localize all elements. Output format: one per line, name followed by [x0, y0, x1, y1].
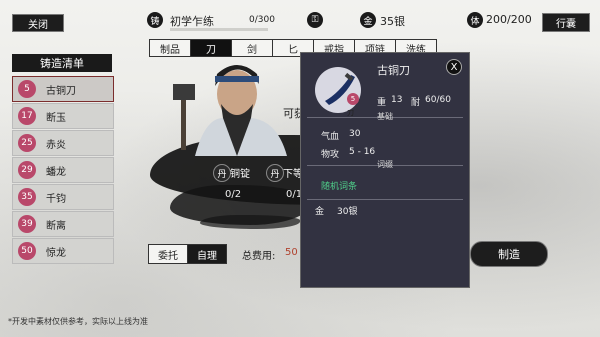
entrust-tab[interactable]: 委托: [148, 244, 188, 264]
rank-label: 初学乍练: [170, 15, 214, 28]
rank-progress-bar: [170, 28, 268, 31]
price-value: 30银: [337, 207, 358, 217]
material-icon: 丹: [213, 164, 231, 182]
item-name: 断玉: [46, 112, 66, 124]
item-name: 惊龙: [46, 247, 66, 259]
qi-label: 气血: [321, 132, 340, 142]
list-item[interactable]: 25 赤炎: [12, 130, 114, 156]
tab-sword[interactable]: 剑: [231, 39, 273, 57]
weight-value: 13: [391, 95, 403, 105]
section-basic: 基础: [377, 112, 393, 121]
affix-text: 随机词条: [321, 182, 358, 192]
close-button[interactable]: 关闭: [12, 14, 64, 32]
gold-amount: 35银: [380, 15, 405, 28]
attack-value: 5 - 16: [349, 147, 376, 157]
durability-label: 耐: [411, 98, 421, 108]
level-badge: 25: [18, 134, 36, 152]
divider: [307, 199, 463, 200]
level-badge: 29: [18, 161, 36, 179]
item-detail-popup: 5 刀 古铜刀 X 重 13 耐 60/60 基础 气血 30 物攻 5 - 1…: [300, 52, 470, 288]
list-item[interactable]: 35 千钧: [12, 184, 114, 210]
key-icon: ⚿: [307, 12, 323, 28]
stamina-icon: 体: [467, 12, 483, 28]
item-name: 赤炎: [46, 139, 66, 151]
tab-blade[interactable]: 刀: [190, 39, 232, 57]
item-level-badge: 5: [347, 93, 359, 105]
ink-brush-stroke: [200, 215, 300, 229]
level-badge: 5: [18, 80, 36, 98]
dev-footnote: *开发中素材仅供参考，实际以上线为准: [8, 317, 148, 326]
rank-progress: 0/300: [249, 15, 275, 25]
bag-button[interactable]: 行囊: [542, 13, 590, 32]
stamina-amount: 200/200: [486, 13, 532, 26]
level-badge: 35: [18, 188, 36, 206]
material-name: 铜锭: [230, 169, 250, 180]
craft-button[interactable]: 制造: [470, 241, 548, 267]
list-item[interactable]: 50 惊龙: [12, 238, 114, 264]
cast-rank-icon: 铸: [147, 12, 163, 28]
durability-value: 60/60: [425, 95, 451, 105]
qi-value: 30: [349, 129, 361, 139]
blade-item-icon: [315, 67, 361, 113]
section-affix: 词缀: [377, 160, 393, 169]
list-item[interactable]: 17 断玉: [12, 103, 114, 129]
item-name: 古铜刀: [377, 64, 410, 77]
list-item[interactable]: 39 断离: [12, 211, 114, 237]
price-label: 金: [315, 207, 325, 217]
list-item[interactable]: 29 蟠龙: [12, 157, 114, 183]
item-name: 断离: [46, 220, 66, 232]
cost-value: 50: [285, 247, 298, 258]
craft-list-title: 铸造清单: [12, 54, 112, 72]
tab-products[interactable]: 制品: [149, 39, 191, 57]
level-badge: 39: [18, 215, 36, 233]
item-name: 千钧: [46, 193, 66, 205]
cost-label: 总费用:: [242, 251, 276, 262]
material-count: 0/2: [225, 189, 242, 200]
list-item[interactable]: 5 古铜刀: [12, 76, 114, 102]
close-icon[interactable]: X: [446, 59, 462, 75]
level-badge: 50: [18, 242, 36, 260]
item-name: 古铜刀: [46, 85, 76, 97]
weight-label: 重: [377, 98, 387, 108]
gold-icon: 金: [360, 12, 376, 28]
material-icon: 丹: [266, 164, 284, 182]
self-tab[interactable]: 自理: [187, 244, 227, 264]
level-badge: 17: [18, 107, 36, 125]
item-name: 蟠龙: [46, 166, 66, 178]
